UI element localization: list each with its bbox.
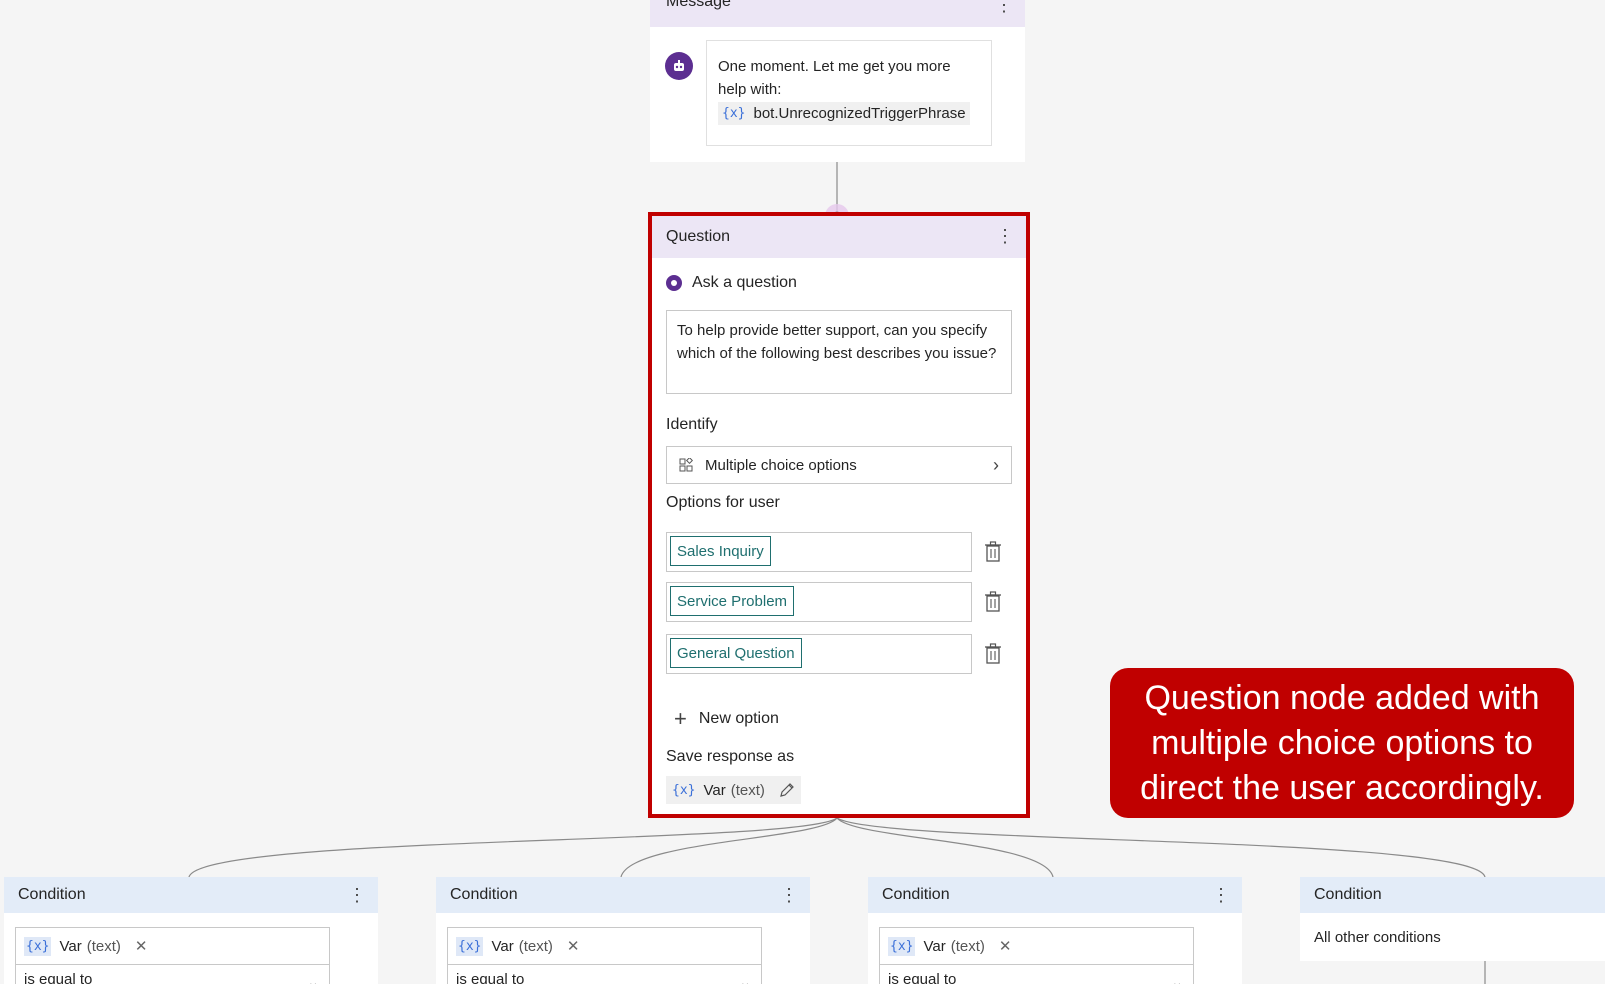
annotation-callout: Question node added with multiple choice… [1110, 668, 1574, 818]
condition-title: Condition [1314, 886, 1382, 903]
condition-node[interactable]: Condition ⋮ {x} Var (text) ✕ is equal to… [4, 877, 378, 984]
condition-variable-field[interactable]: {x} Var (text) ✕ [15, 927, 330, 965]
condition-variable-type: (text) [950, 937, 985, 955]
condition-operator-select[interactable]: is equal to ⌄ [15, 965, 330, 984]
close-icon[interactable]: ✕ [999, 937, 1012, 955]
message-text: One moment. Let me get you more help wit… [718, 58, 951, 98]
message-node[interactable]: Message ⋮ One moment. Let me get you mor… [650, 0, 1025, 162]
condition-variable-type: (text) [518, 937, 553, 955]
condition-variable-field[interactable]: {x} Var (text) ✕ [879, 927, 1194, 965]
condition-variable-name: Var [59, 937, 82, 955]
authoring-canvas[interactable]: Message ⋮ One moment. Let me get you mor… [0, 0, 1605, 984]
condition-operator-select[interactable]: is equal to ⌄ [447, 965, 762, 984]
message-node-header[interactable]: Message ⋮ [650, 0, 1025, 27]
all-other-conditions-text: All other conditions [1314, 929, 1441, 946]
highlight-frame [648, 212, 1030, 818]
variable-icon: {x} [888, 936, 916, 956]
condition-header[interactable]: Condition [1300, 877, 1605, 913]
close-icon[interactable]: ✕ [567, 937, 580, 955]
condition-variable-field[interactable]: {x} Var (text) ✕ [447, 927, 762, 965]
condition-header[interactable]: Condition ⋮ [4, 877, 378, 913]
condition-variable-name: Var [923, 937, 946, 955]
message-bubble[interactable]: One moment. Let me get you more help wit… [706, 40, 992, 146]
close-icon[interactable]: ✕ [135, 937, 148, 955]
condition-node-other[interactable]: Condition All other conditions [1300, 877, 1605, 961]
variable-icon: {x} [456, 936, 484, 956]
chevron-down-icon: ⌄ [739, 974, 751, 984]
condition-title: Condition [882, 886, 950, 903]
condition-header[interactable]: Condition ⋮ [436, 877, 810, 913]
message-node-title: Message [666, 0, 731, 10]
condition-variable-type: (text) [86, 937, 121, 955]
bot-icon [665, 52, 693, 80]
condition-operator: is equal to [456, 971, 525, 984]
variable-chip[interactable]: {x} bot.UnrecognizedTriggerPhrase [718, 102, 970, 125]
condition-variable-name: Var [491, 937, 514, 955]
condition-node[interactable]: Condition ⋮ {x} Var (text) ✕ is equal to… [436, 877, 810, 984]
condition-operator: is equal to [24, 971, 93, 984]
condition-more-icon[interactable]: ⋮ [348, 886, 366, 904]
condition-operator-select[interactable]: is equal to ⌄ [879, 965, 1194, 984]
chevron-down-icon: ⌄ [1171, 974, 1183, 984]
message-more-icon[interactable]: ⋮ [995, 0, 1013, 14]
callout-text: Question node added with multiple choice… [1140, 678, 1544, 807]
variable-icon: {x} [722, 106, 746, 121]
condition-title: Condition [18, 886, 86, 903]
condition-header[interactable]: Condition ⋮ [868, 877, 1242, 913]
condition-more-icon[interactable]: ⋮ [1212, 886, 1230, 904]
condition-more-icon[interactable]: ⋮ [780, 886, 798, 904]
variable-icon: {x} [24, 936, 52, 956]
condition-node[interactable]: Condition ⋮ {x} Var (text) ✕ is equal to… [868, 877, 1242, 984]
condition-operator: is equal to [888, 971, 957, 984]
chevron-down-icon: ⌄ [307, 974, 319, 984]
variable-name: bot.UnrecognizedTriggerPhrase [753, 105, 966, 122]
condition-title: Condition [450, 886, 518, 903]
